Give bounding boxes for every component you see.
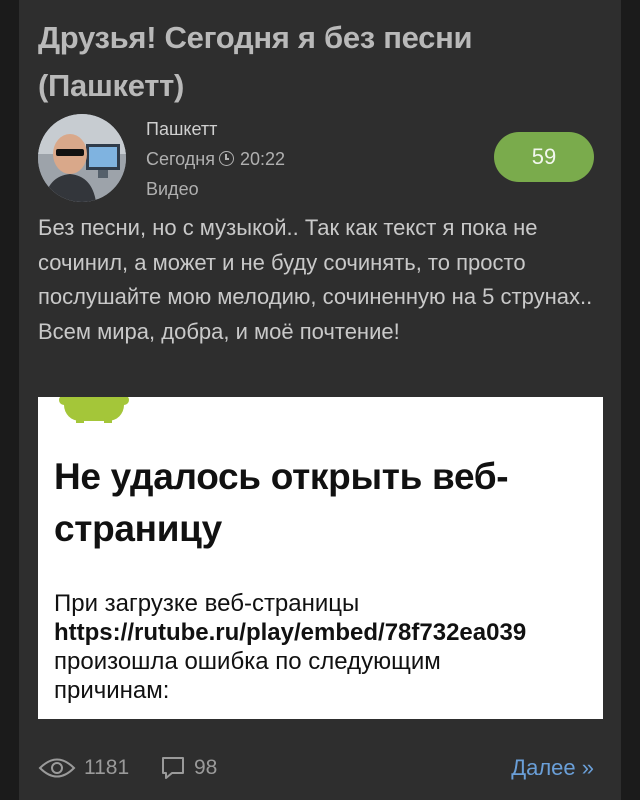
error-line-1: При загрузке веб-страницы bbox=[54, 590, 360, 617]
post-title[interactable]: Друзья! Сегодня я без песни (Пашкетт) bbox=[38, 14, 598, 110]
post-category[interactable]: Видео bbox=[146, 174, 285, 204]
comments-count: 98 bbox=[194, 756, 218, 779]
error-line-3: причинам: bbox=[54, 677, 170, 704]
views-count: 1181 bbox=[84, 756, 130, 779]
date-label: Сегодня bbox=[146, 149, 215, 169]
post-footer: 1181 98 Далее » bbox=[38, 748, 598, 788]
post-date: Сегодня 20:22 bbox=[146, 144, 285, 174]
comments-stat[interactable]: 98 bbox=[160, 748, 217, 788]
error-message: При загрузке веб-страницы https://rutube… bbox=[54, 589, 603, 705]
comment-icon bbox=[162, 757, 184, 779]
post-meta: Пашкетт Сегодня 20:22 Видео bbox=[146, 114, 285, 204]
read-more-link[interactable]: Далее » bbox=[511, 748, 594, 788]
video-embed[interactable]: Не удалось открыть веб-страницу При загр… bbox=[38, 397, 603, 719]
clock-icon bbox=[219, 151, 234, 166]
error-title: Не удалось открыть веб-страницу bbox=[54, 456, 509, 549]
eye-icon bbox=[38, 758, 76, 778]
views-stat: 1181 bbox=[38, 748, 129, 788]
author-name[interactable]: Пашкетт bbox=[146, 114, 285, 144]
avatar-image bbox=[38, 114, 126, 202]
avatar[interactable] bbox=[38, 114, 126, 202]
error-line-2: произошла ошибка по следующим bbox=[54, 648, 441, 675]
post-text: Без песни, но с музыкой.. Так как текст … bbox=[38, 215, 593, 344]
time-label: 20:22 bbox=[240, 149, 286, 169]
android-icon bbox=[59, 397, 129, 423]
error-url: https://rutube.ru/play/embed/78f732ea039 bbox=[54, 619, 527, 646]
rating-badge[interactable]: 59 bbox=[494, 132, 594, 182]
